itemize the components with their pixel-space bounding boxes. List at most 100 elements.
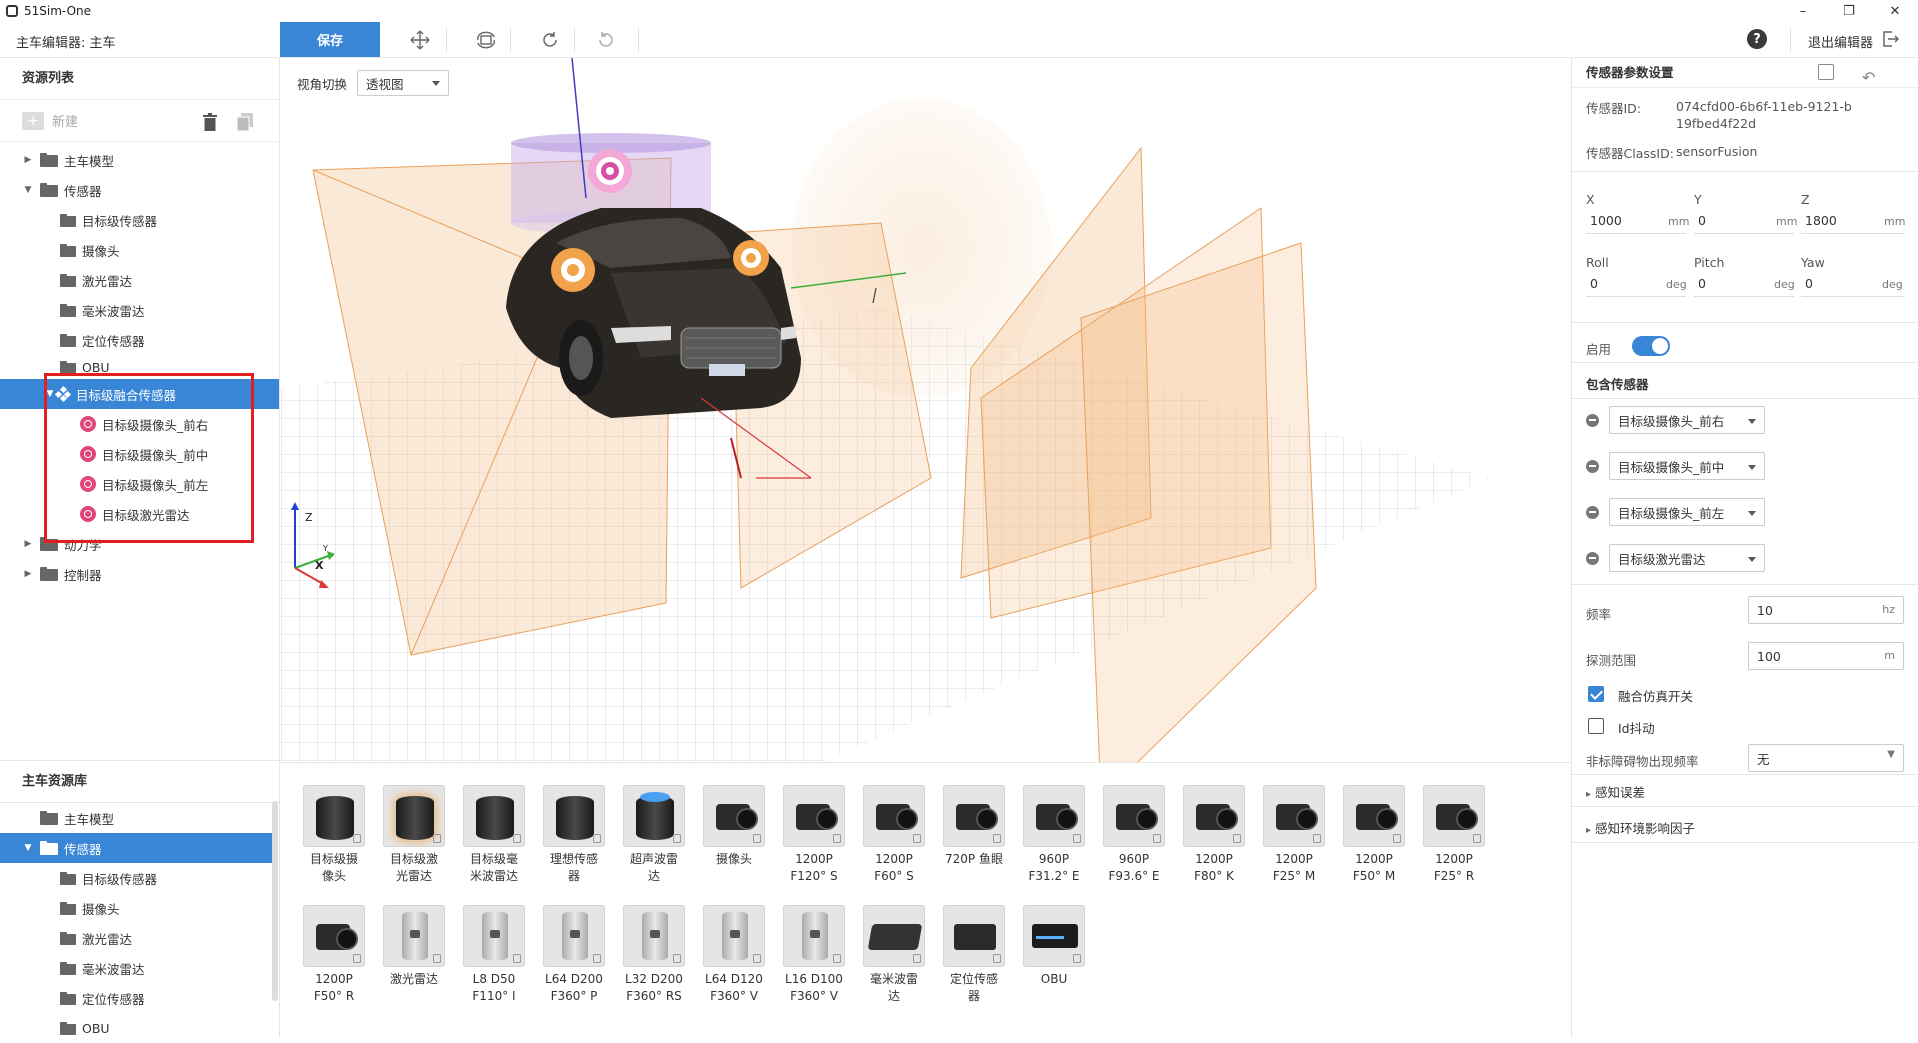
collapse-arrow-icon[interactable]: ▼ — [22, 843, 34, 853]
library-item-target-sensor[interactable]: 目标级传感器 — [0, 863, 280, 893]
reset-params-icon[interactable]: ↶ — [1862, 63, 1875, 93]
asset-item[interactable]: 目标级激 光雷达 — [379, 785, 449, 885]
3d-viewport[interactable]: Z Y X 视角切换 透视图 — [281, 58, 1571, 762]
roll-input[interactable]: 0 — [1590, 276, 1598, 291]
asset-item[interactable]: 毫米波雷达 — [859, 905, 929, 1005]
asset-item[interactable]: 1200P F120° S — [779, 785, 849, 885]
asset-item[interactable]: 理想传感器 — [539, 785, 609, 885]
detection-range-input[interactable]: 100 m — [1748, 642, 1904, 670]
tree-item-label: 目标级融合传感器 — [76, 387, 177, 403]
tree-item-target-lidar[interactable]: 目标级激光雷达 — [0, 499, 279, 529]
expand-arrow-icon[interactable]: ▶ — [22, 569, 34, 579]
x-input[interactable]: 1000 — [1590, 213, 1622, 228]
expand-arrow-icon[interactable]: ▶ — [22, 539, 34, 549]
tree-item-controller[interactable]: ▶ 控制器 — [0, 559, 279, 589]
minimize-button[interactable]: – — [1780, 0, 1826, 22]
asset-item[interactable]: 1200P F50° R — [299, 905, 369, 1005]
rotate-tool-icon[interactable] — [472, 28, 500, 52]
remove-sensor-icon[interactable] — [1586, 505, 1599, 519]
scrollbar[interactable] — [272, 801, 278, 1001]
perception-error-section[interactable]: 感知误差 — [1586, 782, 1645, 801]
remove-sensor-icon[interactable] — [1586, 413, 1599, 427]
included-sensor-select[interactable]: 目标级摄像头_前右 — [1609, 406, 1765, 434]
included-sensor-select[interactable]: 目标级激光雷达 — [1609, 544, 1765, 572]
asset-item[interactable]: 1200P F80° K — [1179, 785, 1249, 885]
y-input[interactable]: 0 — [1698, 213, 1706, 228]
pitch-input[interactable]: 0 — [1698, 276, 1706, 291]
tree-item-mmwave-radar[interactable]: 毫米波雷达 — [0, 295, 279, 325]
tree-item-camera[interactable]: 摄像头 — [0, 235, 279, 265]
tree-item-main-vehicle-model[interactable]: ▶ 主车模型 — [0, 145, 279, 175]
exit-icon[interactable] — [1880, 29, 1900, 49]
view-mode-select[interactable]: 透视图 — [357, 70, 450, 96]
asset-item[interactable]: L64 D200 F360° P — [539, 905, 609, 1005]
frequency-input[interactable]: 10 hz — [1748, 596, 1904, 624]
tree-item-target-sensor[interactable]: 目标级传感器 — [0, 205, 279, 235]
move-tool-icon[interactable] — [406, 28, 434, 52]
app-title: 51Sim-One — [24, 4, 92, 18]
save-params-icon[interactable] — [1818, 64, 1834, 80]
enable-toggle[interactable] — [1632, 336, 1670, 356]
tree-item-camera-front-right[interactable]: 目标级摄像头_前右 — [0, 409, 279, 439]
exit-editor-button[interactable]: 退出编辑器 — [1808, 32, 1873, 51]
library-item-obu[interactable]: OBU — [0, 1013, 280, 1043]
enable-label: 启用 — [1586, 342, 1612, 357]
help-icon[interactable]: ? — [1747, 29, 1767, 49]
library-item-lidar[interactable]: 激光雷达 — [0, 923, 280, 953]
tree-item-label: 毫米波雷达 — [82, 961, 145, 977]
included-sensor-select[interactable]: 目标级摄像头_前左 — [1609, 498, 1765, 526]
asset-item[interactable]: L16 D100 F360° V — [779, 905, 849, 1005]
maximize-button[interactable]: ❐ — [1826, 0, 1872, 22]
library-item-camera[interactable]: 摄像头 — [0, 893, 280, 923]
asset-item[interactable]: L32 D200 F360° RS — [619, 905, 689, 1005]
tree-item-camera-front-center[interactable]: 目标级摄像头_前中 — [0, 439, 279, 469]
tree-item-camera-front-left[interactable]: 目标级摄像头_前左 — [0, 469, 279, 499]
yaw-input[interactable]: 0 — [1805, 276, 1813, 291]
library-item-positioning-sensor[interactable]: 定位传感器 — [0, 983, 280, 1013]
tree-item-positioning-sensor[interactable]: 定位传感器 — [0, 325, 279, 355]
title-bar: 51Sim-One – ❐ ✕ — [0, 0, 1918, 22]
asset-item[interactable]: 720P 鱼眼 — [939, 785, 1009, 868]
tree-item-lidar[interactable]: 激光雷达 — [0, 265, 279, 295]
env-factor-section[interactable]: 感知环境影响因子 — [1586, 818, 1695, 837]
asset-item[interactable]: OBU — [1019, 905, 1089, 988]
asset-item[interactable]: 摄像头 — [699, 785, 769, 868]
remove-sensor-icon[interactable] — [1586, 459, 1599, 473]
tree-item-obu[interactable]: OBU — [0, 355, 279, 379]
tree-item-sensors[interactable]: ▼ 传感器 — [0, 175, 279, 205]
asset-item[interactable]: 1200P F25° R — [1419, 785, 1489, 885]
asset-item[interactable]: L64 D120 F360° V — [699, 905, 769, 1005]
save-button[interactable]: 保存 — [280, 22, 380, 57]
fusion-sim-checkbox[interactable] — [1588, 686, 1604, 702]
undo-icon[interactable] — [592, 28, 620, 52]
asset-item[interactable]: 1200P F25° M — [1259, 785, 1329, 885]
library-item-main-vehicle-model[interactable]: 主车模型 — [0, 803, 280, 833]
non-standard-obstacle-select[interactable]: 无 ▼ — [1748, 744, 1904, 772]
asset-item[interactable]: 1200P F60° S — [859, 785, 929, 885]
asset-item[interactable]: 1200P F50° M — [1339, 785, 1409, 885]
asset-item[interactable]: 激光雷达 — [379, 905, 449, 988]
included-sensor-select[interactable]: 目标级摄像头_前中 — [1609, 452, 1765, 480]
redo-icon[interactable] — [536, 28, 564, 52]
asset-item[interactable]: 960P F93.6° E — [1099, 785, 1169, 885]
asset-item[interactable]: 目标级毫 米波雷达 — [459, 785, 529, 885]
library-item-mmwave-radar[interactable]: 毫米波雷达 — [0, 953, 280, 983]
expand-arrow-icon[interactable]: ▶ — [22, 155, 34, 165]
asset-item[interactable]: 超声波雷达 — [619, 785, 689, 885]
remove-sensor-icon[interactable] — [1586, 551, 1599, 565]
delete-icon[interactable] — [202, 112, 218, 132]
new-icon[interactable]: + — [22, 111, 44, 130]
library-item-sensors[interactable]: ▼ 传感器 — [0, 833, 272, 863]
asset-item[interactable]: 目标级摄 像头 — [299, 785, 369, 885]
new-button[interactable]: 新建 — [52, 111, 78, 130]
asset-item[interactable]: 定位传感器 — [939, 905, 1009, 1005]
copy-icon[interactable] — [236, 112, 254, 132]
collapse-arrow-icon[interactable]: ▼ — [22, 185, 34, 195]
tree-item-dynamics[interactable]: ▶ 动力学 — [0, 529, 279, 559]
asset-item[interactable]: 960P F31.2° E — [1019, 785, 1089, 885]
asset-item[interactable]: L8 D50 F110° I — [459, 905, 529, 1005]
id-jitter-checkbox[interactable] — [1588, 718, 1604, 734]
z-input[interactable]: 1800 — [1805, 213, 1837, 228]
tree-item-target-fusion-sensor[interactable]: ▼ 目标级融合传感器 — [0, 379, 279, 409]
close-button[interactable]: ✕ — [1872, 0, 1918, 22]
